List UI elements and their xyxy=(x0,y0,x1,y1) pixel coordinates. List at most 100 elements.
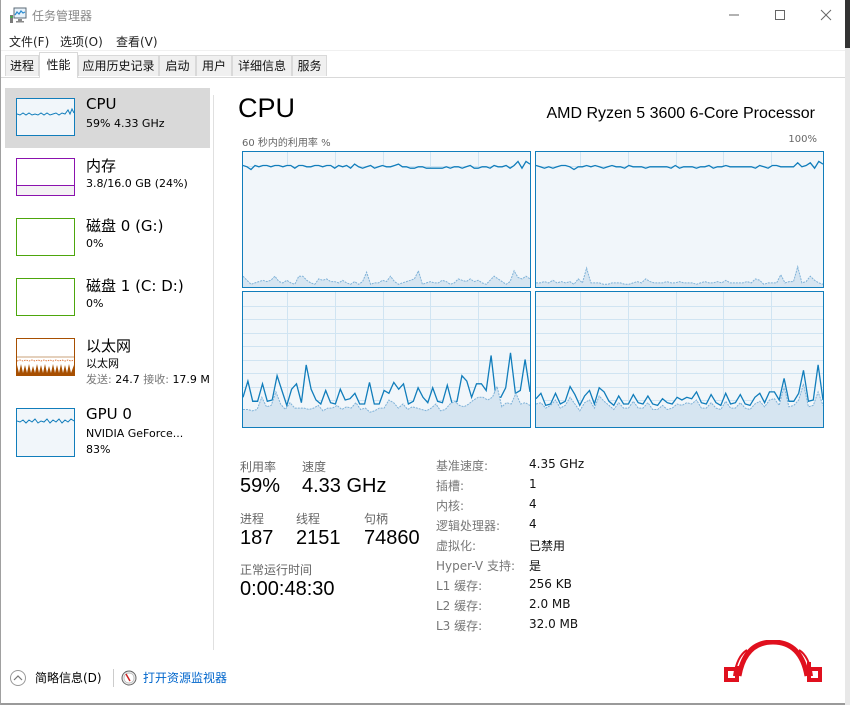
total-utilization-area xyxy=(243,161,530,287)
spec-value: 是 xyxy=(529,559,542,573)
sidebar-item-detail: NVIDIA GeForce... xyxy=(86,427,184,440)
maximize-button[interactable] xyxy=(757,0,803,30)
sidebar-item-detail: 3.8/16.0 GB (24%) xyxy=(86,177,188,190)
speed-value: 4.33 GHz xyxy=(302,475,387,497)
spec-value: 1 xyxy=(529,477,537,491)
memory-thumbnail-graph xyxy=(16,158,75,196)
footer-bar: 简略信息(D) 打开资源监视器 xyxy=(1,660,846,700)
tab-users[interactable]: 用户 xyxy=(196,55,232,76)
spec-value: 4 xyxy=(529,517,537,531)
close-icon xyxy=(820,9,832,21)
spec-label: Hyper-V 支持: xyxy=(436,559,515,573)
spec-label: L2 缓存: xyxy=(436,599,483,613)
menu-view[interactable]: 查看(V) xyxy=(116,33,158,50)
spec-label: 基准速度: xyxy=(436,459,489,473)
spec-value: 4 xyxy=(529,497,537,511)
footer-divider xyxy=(113,669,114,687)
fewer-details-button[interactable]: 简略信息(D) xyxy=(10,669,102,686)
processes-value: 187 xyxy=(240,527,274,549)
disk-0-thumbnail-graph xyxy=(16,218,75,256)
tab-app-history[interactable]: 应用历史记录 xyxy=(78,55,159,76)
spec-label: L3 缓存: xyxy=(436,619,483,633)
total-utilization-line xyxy=(536,364,823,407)
sidebar-item-detail: 0% xyxy=(86,237,104,250)
uptime-value: 0:00:48:30 xyxy=(240,578,335,600)
cpu-core-graph-3 xyxy=(242,291,531,428)
desktop-edge xyxy=(845,0,850,705)
utilization-value: 59% xyxy=(240,475,281,497)
sidebar-item-title: 磁盘 1 (C: D:) xyxy=(86,277,184,295)
task-manager-window: 任务管理器 文件(F) 选项(O) 查看(V) 进程 性能 应用历史记录 启动 … xyxy=(0,0,846,705)
graph-max-label: 100% xyxy=(788,134,817,145)
handles-label: 句柄 xyxy=(364,512,389,526)
spec-value: 已禁用 xyxy=(529,539,566,553)
minimize-icon xyxy=(729,14,739,16)
ethernet-throughput: 发送: 24.7 接收: 17.9 M xyxy=(86,371,210,387)
chevron-up-icon xyxy=(10,669,26,686)
fewer-details-label: 简略信息(D) xyxy=(35,671,102,685)
minimize-button[interactable] xyxy=(711,0,757,30)
core-graph-1-svg xyxy=(243,152,530,287)
spec-label: L1 缓存: xyxy=(436,579,483,593)
sidebar-item-detail: 以太网 xyxy=(86,357,119,370)
cpu-thumbnail-graph xyxy=(16,98,75,136)
tab-bar: 进程 性能 应用历史记录 启动 用户 详细信息 服务 xyxy=(1,52,846,78)
send-label: 发送: xyxy=(86,373,112,386)
open-resource-monitor-label: 打开资源监视器 xyxy=(143,671,228,685)
spec-label: 插槽: xyxy=(436,479,465,493)
maximize-icon xyxy=(775,10,785,20)
core-graph-4-svg xyxy=(536,292,823,427)
tab-details[interactable]: 详细信息 xyxy=(232,55,292,76)
spec-label: 逻辑处理器: xyxy=(436,519,501,533)
cpu-core-graph-4 xyxy=(535,291,824,428)
core-graph-3-svg xyxy=(243,292,530,427)
sidebar-item-gpu-0[interactable]: GPU 0 NVIDIA GeForce... 83% xyxy=(5,398,210,458)
tab-performance[interactable]: 性能 xyxy=(39,52,78,78)
tab-startup[interactable]: 启动 xyxy=(159,55,196,76)
sidebar-item-title: 以太网 xyxy=(86,337,132,355)
spec-value: 2.0 MB xyxy=(529,597,571,611)
receive-value: 17.9 M xyxy=(172,373,210,386)
ethernet-thumbnail-graph xyxy=(16,338,75,376)
threads-value: 2151 xyxy=(296,527,341,549)
menu-options[interactable]: 选项(O) xyxy=(60,33,103,50)
sidebar-item-detail: 0% xyxy=(86,297,104,310)
tab-processes[interactable]: 进程 xyxy=(5,55,39,76)
sidebar-item-title: CPU xyxy=(86,95,117,113)
close-button[interactable] xyxy=(803,0,849,30)
sidebar-divider xyxy=(213,95,214,650)
sidebar-item-title: GPU 0 xyxy=(86,405,132,423)
send-value: 24.7 xyxy=(115,373,140,386)
spec-label: 内核: xyxy=(436,499,465,513)
sidebar-item-title: 内存 xyxy=(86,157,117,175)
sidebar-item-title: 磁盘 0 (G:) xyxy=(86,217,164,235)
cpu-core-graph-1 xyxy=(242,151,531,288)
title-bar: 任务管理器 xyxy=(1,0,846,30)
sidebar-item-cpu[interactable]: CPU 59% 4.33 GHz xyxy=(5,88,210,148)
disk-1-thumbnail-graph xyxy=(16,278,75,316)
spec-value: 32.0 MB xyxy=(529,617,579,631)
open-resource-monitor-link[interactable]: 打开资源监视器 xyxy=(121,669,227,686)
sidebar-item-memory[interactable]: 内存 3.8/16.0 GB (24%) xyxy=(5,148,210,208)
menu-file[interactable]: 文件(F) xyxy=(9,33,49,50)
tab-services[interactable]: 服务 xyxy=(292,55,327,76)
spec-label: 虚拟化: xyxy=(436,539,477,553)
sidebar-item-disk-1[interactable]: 磁盘 1 (C: D:) 0% xyxy=(5,268,210,328)
utilization-label: 利用率 xyxy=(240,460,277,474)
receive-label: 接收: xyxy=(143,373,169,386)
sidebar-item-ethernet[interactable]: 以太网 以太网 发送: 24.7 接收: 17.9 M xyxy=(5,328,210,388)
menu-bar: 文件(F) 选项(O) 查看(V) xyxy=(1,30,846,51)
resource-sidebar: CPU 59% 4.33 GHz 内存 3.8/16.0 GB (24%) 磁盘… xyxy=(1,86,213,636)
sidebar-item-disk-0[interactable]: 磁盘 0 (G:) 0% xyxy=(5,208,210,268)
spec-value: 256 KB xyxy=(529,577,572,591)
threads-label: 线程 xyxy=(296,512,321,526)
gpu-utilization: 83% xyxy=(86,443,111,456)
page-title: CPU xyxy=(238,93,296,123)
processor-name: AMD Ryzen 5 3600 6-Core Processor xyxy=(546,105,815,122)
task-manager-app-icon xyxy=(10,7,27,23)
processes-label: 进程 xyxy=(240,512,265,526)
graph-caption: 60 秒内的利用率 % xyxy=(242,138,331,149)
handles-value: 74860 xyxy=(364,527,420,549)
uptime-label: 正常运行时间 xyxy=(240,563,313,577)
core-graph-2-svg xyxy=(536,152,823,287)
